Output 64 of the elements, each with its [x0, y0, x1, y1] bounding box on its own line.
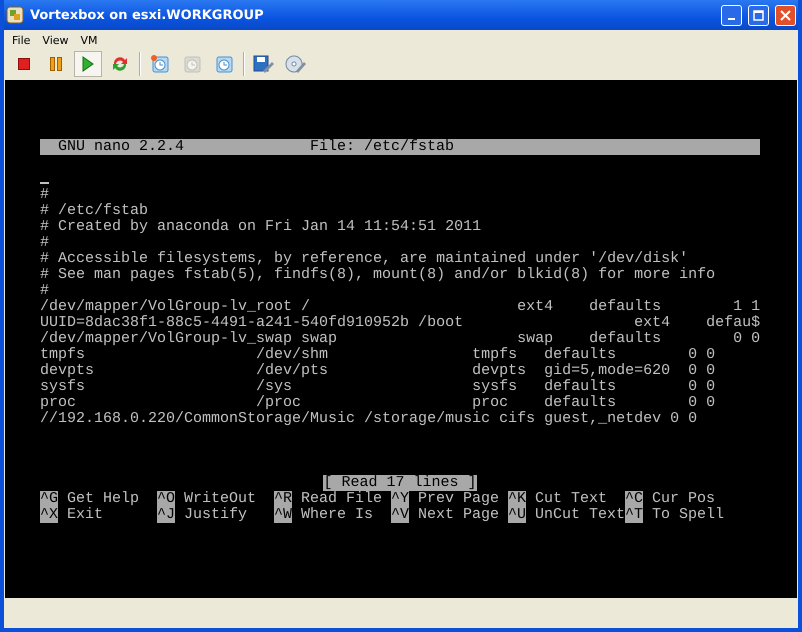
shortcut-label: Exit: [67, 507, 104, 523]
file-line: proc /proc proc defaults 0 0: [40, 395, 716, 411]
menu-item[interactable]: View: [42, 34, 69, 47]
file-line: #: [40, 235, 50, 251]
file-line: # /etc/fstab: [40, 203, 148, 219]
maximize-button[interactable]: [748, 4, 769, 26]
file-line: //192.168.0.220/CommonStorage/Music /storage/music cifs guest,_netdev 0 0: [40, 411, 698, 427]
shortcut-key: ^Y: [391, 491, 410, 507]
shortcut-key: ^R: [274, 491, 292, 507]
file-line: devpts /dev/pts devpts gid=5,mode=620 0 0: [40, 363, 716, 379]
clock-icon: [182, 54, 202, 74]
shortcut-key: ^C: [625, 491, 644, 507]
shortcut-label: Read File: [301, 491, 382, 507]
file-line: /dev/mapper/VolGroup-lv_swap swap swap defaults 0 0: [40, 331, 760, 347]
stop-icon: [18, 58, 30, 70]
menu-item[interactable]: VM: [80, 34, 98, 47]
vm-app-icon: [6, 6, 24, 24]
file-line: UUID=8dac38f1-88c5-4491-a241-540fd910952b /boot ext4 defau$: [40, 315, 760, 331]
shortcut-label: Cut Text: [535, 491, 608, 507]
shortcut-label: To Spell: [652, 507, 724, 523]
shortcut-key: ^O: [157, 491, 176, 507]
file-name: File: /etc/fstab: [310, 139, 454, 155]
pause-icon: [50, 57, 62, 71]
shortcut-key: ^T: [625, 507, 644, 523]
clock-icon: [150, 54, 170, 74]
shortcut-key: ^J: [157, 507, 176, 523]
shortcut-key: ^K: [508, 491, 526, 507]
file-line: /dev/mapper/VolGroup-lv_root / ext4 defaults 1 1: [40, 299, 760, 315]
text-cursor: [40, 182, 49, 184]
minimize-icon: [728, 18, 735, 20]
maximize-icon: [753, 10, 764, 20]
play-icon: [82, 56, 94, 72]
file-line: tmpfs /dev/shm tmpfs defaults 0 0: [40, 347, 716, 363]
shortcut-label: Prev Page: [418, 491, 500, 507]
shortcut-key: ^U: [508, 507, 526, 523]
file-line: #: [40, 283, 50, 299]
shortcut-key: ^W: [274, 507, 292, 523]
shortcut-label: Cur Pos: [652, 491, 716, 507]
shortcut-label: WriteOut: [184, 491, 256, 507]
close-icon: [780, 10, 791, 20]
shortcut-label: Justify: [184, 507, 248, 523]
file-line: sysfs /sys sysfs defaults 0 0: [40, 379, 716, 395]
window-title: Vortexbox on esxi.WORKGROUP: [30, 8, 265, 22]
toolbar-button[interactable]: [74, 51, 102, 77]
shortcut-label: UnCut Text: [535, 507, 626, 523]
file-line: # See man pages fstab(5), findfs(8), mount(8) and/or blkid(8) for more info: [40, 267, 716, 283]
shortcut-label: Get Help: [67, 491, 140, 507]
menu-item[interactable]: File: [12, 34, 30, 47]
minimize-button[interactable]: [721, 4, 742, 26]
status-message: [ Read 17 lines ]: [323, 475, 477, 491]
file-line: #: [40, 187, 50, 203]
shortcut-key: ^X: [40, 507, 58, 523]
shortcut-key: ^G: [40, 491, 58, 507]
shortcut-label: Next Page: [418, 507, 500, 523]
file-line: # Created by anaconda on Fri Jan 14 11:54:51 2011: [40, 219, 482, 235]
shortcut-key: ^V: [391, 507, 410, 523]
close-button[interactable]: [775, 4, 796, 26]
disc-wrench-icon: [285, 54, 307, 74]
refresh-icon: [111, 55, 129, 73]
clock-icon: [214, 54, 234, 74]
editor-version: GNU nano 2.2.4: [57, 139, 186, 155]
file-line: # Accessible filesystems, by reference, are maintained under '/dev/disk': [40, 251, 688, 267]
shortcut-label: Where Is: [301, 507, 374, 523]
floppy-wrench-icon: [253, 54, 275, 74]
